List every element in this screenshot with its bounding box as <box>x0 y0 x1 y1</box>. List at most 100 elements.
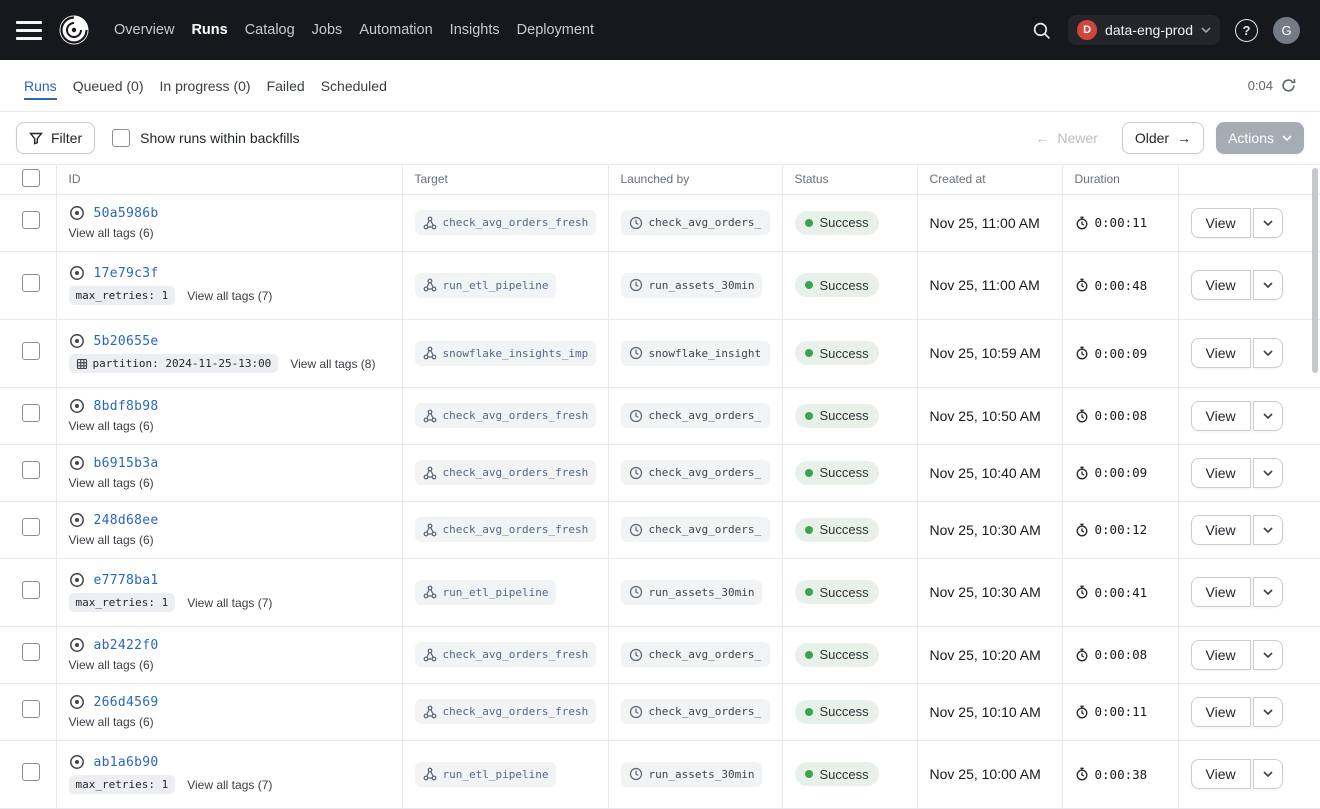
target-chip[interactable]: run_etl_pipeline <box>415 762 557 787</box>
run-id-link[interactable]: b6915b3a <box>94 456 159 471</box>
view-all-tags-link[interactable]: View all tags (6) <box>69 533 154 547</box>
row-checkbox[interactable] <box>22 700 40 718</box>
run-id-link[interactable]: ab1a6b90 <box>94 755 159 770</box>
vertical-scrollbar[interactable] <box>1312 168 1318 373</box>
launched-by-chip[interactable]: snowflake_insights_… <box>621 341 770 366</box>
run-id-link[interactable]: 248d68ee <box>94 513 159 528</box>
target-chip[interactable]: check_avg_orders_freshne <box>415 460 596 485</box>
refresh-icon[interactable] <box>1281 78 1296 93</box>
target-chip[interactable]: check_avg_orders_freshne <box>415 642 596 667</box>
target-chip[interactable]: run_etl_pipeline <box>415 580 557 605</box>
view-dropdown-button[interactable] <box>1253 697 1283 727</box>
row-checkbox[interactable] <box>22 581 40 599</box>
nav-item-overview[interactable]: Overview <box>114 22 174 38</box>
view-all-tags-link[interactable]: View all tags (7) <box>187 596 272 610</box>
view-dropdown-button[interactable] <box>1253 401 1283 431</box>
nav-item-catalog[interactable]: Catalog <box>245 22 295 38</box>
launched-by-chip[interactable]: run_assets_30min <box>621 762 763 787</box>
view-dropdown-button[interactable] <box>1253 458 1283 488</box>
backfills-toggle[interactable]: Show runs within backfills <box>112 129 300 147</box>
view-run-button[interactable]: View <box>1191 759 1251 789</box>
view-run-button[interactable]: View <box>1191 640 1251 670</box>
launched-by-chip[interactable]: run_assets_30min <box>621 273 763 298</box>
run-id-link[interactable]: 5b20655e <box>94 334 159 349</box>
launched-by-chip[interactable]: run_assets_30min <box>621 580 763 605</box>
view-all-tags-link[interactable]: View all tags (7) <box>187 778 272 792</box>
run-id-link[interactable]: e7778ba1 <box>94 573 159 588</box>
run-id-link[interactable]: 8bdf8b98 <box>94 399 159 414</box>
run-id-link[interactable]: ab2422f0 <box>94 638 159 653</box>
actions-button[interactable]: Actions <box>1216 122 1304 154</box>
view-all-tags-link[interactable]: View all tags (6) <box>69 476 154 490</box>
launched-by-chip[interactable]: check_avg_orders_f… <box>621 642 770 667</box>
target-chip[interactable]: snowflake_insights_import <box>415 341 596 366</box>
view-run-button[interactable]: View <box>1191 270 1251 300</box>
run-id-link[interactable]: 50a5986b <box>94 206 159 221</box>
tab-queued-0[interactable]: Queued (0) <box>73 60 144 111</box>
target-chip[interactable]: check_avg_orders_freshne <box>415 210 596 235</box>
tab-runs[interactable]: Runs <box>24 60 57 111</box>
row-checkbox[interactable] <box>22 211 40 229</box>
view-dropdown-button[interactable] <box>1253 515 1283 545</box>
nav-item-jobs[interactable]: Jobs <box>312 22 343 38</box>
view-all-tags-link[interactable]: View all tags (6) <box>69 715 154 729</box>
target-chip[interactable]: run_etl_pipeline <box>415 273 557 298</box>
view-dropdown-button[interactable] <box>1253 208 1283 238</box>
target-chip[interactable]: check_avg_orders_freshne <box>415 403 596 428</box>
view-dropdown-button[interactable] <box>1253 270 1283 300</box>
launched-by-chip[interactable]: check_avg_orders_f… <box>621 403 770 428</box>
launched-by-chip[interactable]: check_avg_orders_f… <box>621 699 770 724</box>
nav-item-automation[interactable]: Automation <box>359 22 432 38</box>
view-all-tags-link[interactable]: View all tags (6) <box>69 226 154 240</box>
run-id-link[interactable]: 17e79c3f <box>94 266 159 281</box>
view-run-button[interactable]: View <box>1191 208 1251 238</box>
hamburger-menu-icon[interactable] <box>16 21 42 40</box>
view-run-button[interactable]: View <box>1191 401 1251 431</box>
help-icon[interactable]: ? <box>1235 19 1258 42</box>
view-all-tags-link[interactable]: View all tags (8) <box>290 357 375 371</box>
nav-item-runs[interactable]: Runs <box>191 22 227 38</box>
row-checkbox[interactable] <box>22 274 40 292</box>
target-chip[interactable]: check_avg_orders_freshne <box>415 699 596 724</box>
select-all-checkbox[interactable] <box>22 169 40 187</box>
launched-by-chip[interactable]: check_avg_orders_f… <box>621 517 770 542</box>
tab-failed[interactable]: Failed <box>267 60 305 111</box>
dagster-logo-icon[interactable] <box>56 12 92 48</box>
search-icon[interactable] <box>1030 19 1053 42</box>
row-checkbox[interactable] <box>22 763 40 781</box>
view-dropdown-button[interactable] <box>1253 338 1283 368</box>
row-checkbox[interactable] <box>22 518 40 536</box>
run-tag[interactable]: max_retries: 1 <box>69 775 176 794</box>
row-checkbox[interactable] <box>22 404 40 422</box>
run-id-link[interactable]: 266d4569 <box>94 695 159 710</box>
view-dropdown-button[interactable] <box>1253 577 1283 607</box>
view-run-button[interactable]: View <box>1191 338 1251 368</box>
launched-by-chip[interactable]: check_avg_orders_f… <box>621 460 770 485</box>
run-tag[interactable]: partition: 2024-11-25-13:00 <box>69 354 279 373</box>
newer-button[interactable]: ← Newer <box>1023 122 1109 154</box>
row-checkbox[interactable] <box>22 342 40 360</box>
backfills-checkbox[interactable] <box>112 129 130 147</box>
view-run-button[interactable]: View <box>1191 697 1251 727</box>
target-chip[interactable]: check_avg_orders_freshne <box>415 517 596 542</box>
view-run-button[interactable]: View <box>1191 515 1251 545</box>
deployment-switcher[interactable]: D data-eng-prod <box>1068 15 1220 45</box>
nav-item-deployment[interactable]: Deployment <box>517 22 594 38</box>
row-checkbox[interactable] <box>22 461 40 479</box>
view-all-tags-link[interactable]: View all tags (6) <box>69 658 154 672</box>
view-all-tags-link[interactable]: View all tags (6) <box>69 419 154 433</box>
view-dropdown-button[interactable] <box>1253 640 1283 670</box>
user-avatar[interactable]: G <box>1273 17 1300 44</box>
tab-scheduled[interactable]: Scheduled <box>321 60 387 111</box>
older-button[interactable]: Older → <box>1122 122 1204 154</box>
view-all-tags-link[interactable]: View all tags (7) <box>187 289 272 303</box>
view-run-button[interactable]: View <box>1191 577 1251 607</box>
launched-by-chip[interactable]: check_avg_orders_f… <box>621 210 770 235</box>
run-tag[interactable]: max_retries: 1 <box>69 593 176 612</box>
filter-button[interactable]: Filter <box>16 122 95 154</box>
view-run-button[interactable]: View <box>1191 458 1251 488</box>
run-tag[interactable]: max_retries: 1 <box>69 286 176 305</box>
tab-in-progress-0[interactable]: In progress (0) <box>160 60 251 111</box>
nav-item-insights[interactable]: Insights <box>450 22 500 38</box>
row-checkbox[interactable] <box>22 643 40 661</box>
